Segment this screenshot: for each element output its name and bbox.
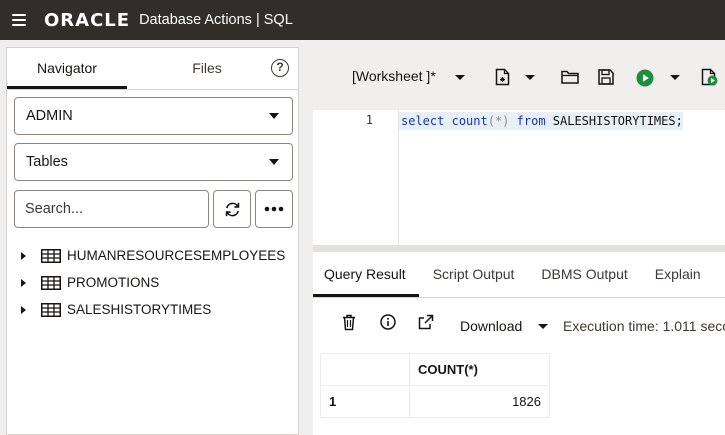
tree-item-table[interactable]: SALESHISTORYTIMES xyxy=(17,296,292,323)
results-tabs: Query Result Script Output DBMS Output E… xyxy=(313,252,725,298)
object-type-select[interactable]: Tables xyxy=(14,143,293,181)
panel-splitter[interactable] xyxy=(313,245,725,252)
keyword-token: select xyxy=(401,114,445,128)
column-header[interactable]: COUNT(*) xyxy=(409,353,550,386)
schema-select-value: ADMIN xyxy=(26,108,73,124)
tab-dbms-output[interactable]: DBMS Output xyxy=(530,252,640,297)
expand-arrow-icon[interactable] xyxy=(21,278,26,287)
object-type-select-value: Tables xyxy=(26,154,68,170)
operator-token: (*) xyxy=(487,114,510,128)
trash-icon[interactable] xyxy=(342,314,356,331)
help-icon[interactable]: ? xyxy=(271,59,289,77)
table-icon xyxy=(41,248,61,263)
table-name: PROMOTIONS xyxy=(67,275,160,290)
table-name: SALESHISTORYTIMES xyxy=(67,302,212,317)
chevron-down-icon[interactable] xyxy=(670,75,680,80)
tab-navigator[interactable]: Navigator xyxy=(7,48,127,89)
results-toolbar: Download Execution time: 1.011 seconds xyxy=(313,298,725,353)
more-button[interactable] xyxy=(255,190,293,228)
row-number-cell: 1 xyxy=(320,385,410,418)
table-cell[interactable]: 1826 xyxy=(409,385,550,418)
punctuation-token: ; xyxy=(675,114,683,128)
keyword-token: from xyxy=(516,114,546,128)
navigator-tabs: Navigator Files ? xyxy=(7,48,298,90)
table-icon xyxy=(41,302,61,317)
new-file-icon[interactable] xyxy=(495,68,511,86)
refresh-button[interactable] xyxy=(213,190,251,228)
table-name: HUMANRESOURCESEMPLOYEES xyxy=(67,248,286,263)
chevron-down-icon[interactable] xyxy=(525,75,535,80)
identifier-token: SALESHISTORYTIMES xyxy=(552,114,676,128)
save-icon[interactable] xyxy=(598,69,614,85)
line-number: 1 xyxy=(365,113,373,127)
expand-arrow-icon[interactable] xyxy=(21,305,26,314)
chevron-down-icon[interactable] xyxy=(538,324,548,329)
chevron-down-icon xyxy=(269,159,279,165)
chevron-down-icon[interactable] xyxy=(455,75,465,80)
table-icon xyxy=(41,275,61,290)
table-tree: HUMANRESOURCESEMPLOYEES PROMOTIONS SALES… xyxy=(17,242,292,323)
worksheet-panel: [Worksheet ]* 1 select count(*) from SAL… xyxy=(313,40,725,435)
oracle-logo: ORACLE xyxy=(44,9,131,31)
sql-editor[interactable]: 1 select count(*) from SALESHISTORYTIMES… xyxy=(313,110,725,245)
top-bar: ORACLE Database Actions | SQL xyxy=(0,0,725,40)
worksheet-toolbar: [Worksheet ]* xyxy=(313,40,725,110)
hamburger-menu-icon[interactable] xyxy=(12,14,26,26)
tab-query-result[interactable]: Query Result xyxy=(313,252,419,297)
tab-explain[interactable]: Explain xyxy=(644,252,714,297)
tab-script-output[interactable]: Script Output xyxy=(422,252,528,297)
refresh-icon xyxy=(225,202,239,216)
more-icon xyxy=(264,206,284,212)
worksheet-select[interactable]: [Worksheet ]* xyxy=(352,68,436,84)
app-title: Database Actions | SQL xyxy=(139,12,293,28)
schema-select[interactable]: ADMIN xyxy=(14,97,293,135)
open-folder-icon[interactable] xyxy=(561,70,579,84)
results-grid: COUNT(*) 1 1826 xyxy=(320,353,550,418)
function-token: count xyxy=(451,114,488,128)
table-header-row: COUNT(*) xyxy=(320,353,550,386)
column-header xyxy=(320,353,410,386)
chevron-down-icon xyxy=(269,113,279,119)
table-row[interactable]: 1 1826 xyxy=(320,385,550,418)
code-line[interactable]: select count(*) from SALESHISTORYTIMES; xyxy=(399,112,683,130)
results-panel: Query Result Script Output DBMS Output E… xyxy=(313,252,725,435)
navigator-panel: Navigator Files ? ADMIN Tables HUMANRESO… xyxy=(0,40,305,435)
tab-files[interactable]: Files xyxy=(147,48,267,89)
run-icon[interactable] xyxy=(636,69,654,87)
run-script-icon[interactable] xyxy=(701,68,719,86)
tree-item-table[interactable]: PROMOTIONS xyxy=(17,269,292,296)
info-icon[interactable] xyxy=(380,314,396,330)
execution-time: Execution time: 1.011 seconds xyxy=(563,318,725,334)
expand-arrow-icon[interactable] xyxy=(21,251,26,260)
open-external-icon[interactable] xyxy=(418,314,434,330)
tree-item-table[interactable]: HUMANRESOURCESEMPLOYEES xyxy=(17,242,292,269)
line-gutter: 1 xyxy=(313,110,399,245)
search-input[interactable] xyxy=(14,190,209,228)
download-button[interactable]: Download xyxy=(460,318,522,334)
